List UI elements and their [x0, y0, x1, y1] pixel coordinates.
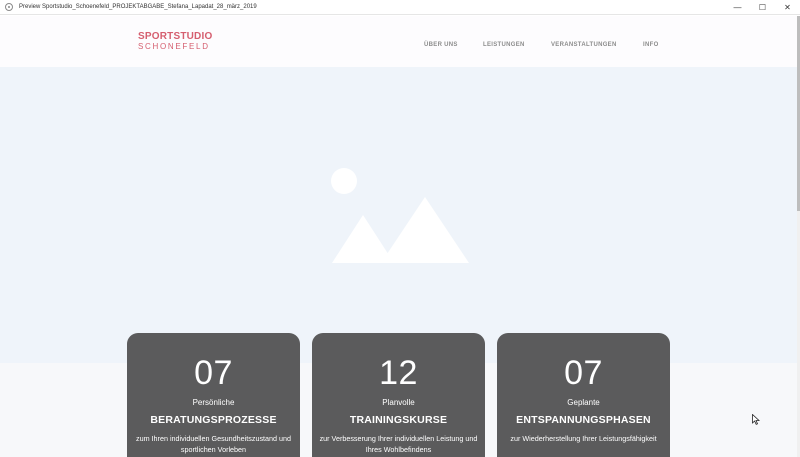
stat-number: 07 — [564, 354, 603, 392]
close-button[interactable]: ✕ — [775, 0, 800, 15]
stat-card-entspannung: 07 Geplante ENTSPANNUNGSPHASEN zur Wiede… — [497, 333, 670, 457]
window-titlebar: Preview Sportstudio_Schoenefeld_PROJEKTA… — [0, 0, 800, 15]
nav-link-info[interactable]: INFO — [643, 42, 659, 48]
stat-title: BERATUNGSPROZESSE — [150, 414, 277, 426]
stat-number: 07 — [194, 354, 233, 392]
stat-title: TRAININGSKURSE — [349, 414, 448, 426]
stat-subtitle: Planvolle — [382, 398, 415, 407]
logo-text-secondary: SCHONEFELD — [138, 42, 210, 51]
stat-description: zur Wiederherstellung Ihrer Leistungsfäh… — [510, 434, 657, 443]
stat-subtitle: Persönliche — [192, 398, 235, 407]
nav-link-ueber-uns[interactable]: ÜBER UNS — [424, 42, 458, 48]
stat-description: zum Ihren individuellen Gesundheitszusta… — [135, 434, 292, 454]
window-controls: — ☐ ✕ — [725, 0, 800, 15]
window-title: Preview Sportstudio_Schoenefeld_PROJEKTA… — [19, 4, 257, 10]
stat-description: zur Verbesserung Ihrer individuellen Lei… — [319, 434, 478, 454]
stat-card-beratung: 07 Persönliche BERATUNGSPROZESSE zum Ihr… — [127, 333, 300, 457]
app-icon — [5, 3, 13, 11]
mouse-cursor-icon — [752, 414, 760, 425]
image-placeholder-icon — [331, 168, 469, 263]
minimize-button[interactable]: — — [725, 0, 750, 15]
stat-card-training: 12 Planvolle TRAININGSKURSE zur Verbesse… — [312, 333, 485, 457]
logo-text-primary: SPORTSTUDIO — [138, 31, 213, 42]
site-logo[interactable]: SPORTSTUDIO SCHONEFELD — [138, 31, 212, 52]
stat-number: 12 — [379, 354, 418, 392]
nav-link-veranstaltungen[interactable]: VERANSTALTUNGEN — [551, 42, 617, 48]
nav-link-leistungen[interactable]: LEISTUNGEN — [483, 42, 525, 48]
website-viewport: SPORTSTUDIO SCHONEFELD ÜBER UNS LEISTUNG… — [0, 16, 797, 457]
hero-image-area — [0, 67, 797, 363]
maximize-button[interactable]: ☐ — [750, 0, 775, 15]
stat-title: ENTSPANNUNGSPHASEN — [516, 414, 651, 426]
stat-subtitle: Geplante — [567, 398, 600, 407]
site-header: SPORTSTUDIO SCHONEFELD ÜBER UNS LEISTUNG… — [0, 16, 797, 67]
